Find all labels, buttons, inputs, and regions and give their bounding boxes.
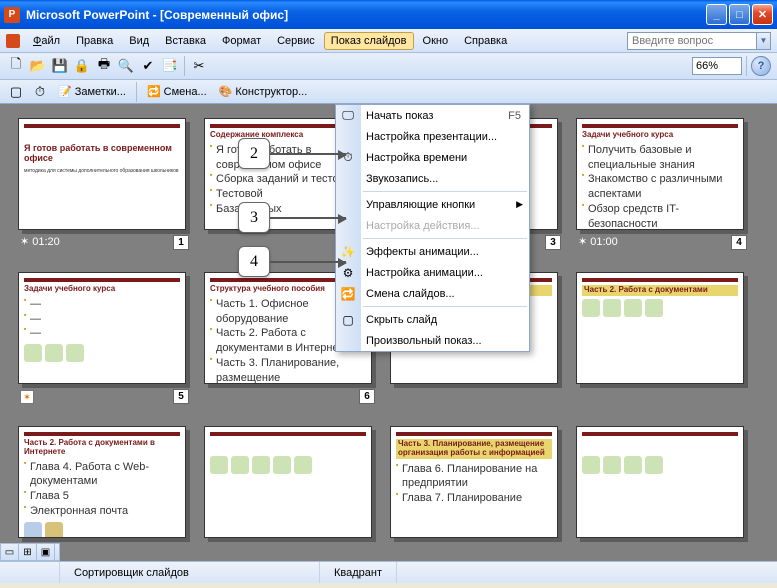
screen-icon: 🖵: [340, 108, 356, 124]
maximize-button[interactable]: □: [729, 4, 750, 25]
menu-rehearse[interactable]: ⏱Настройка времени: [336, 147, 529, 168]
ask-question-input[interactable]: [627, 32, 757, 50]
menu-start-show[interactable]: 🖵Начать показF5: [336, 105, 529, 126]
menu-insert[interactable]: Вставка: [158, 32, 213, 50]
menu-action-buttons[interactable]: Управляющие кнопки▶: [336, 194, 529, 215]
view-buttons: ▭ ⊞ ▣: [0, 543, 60, 561]
slide-sorter-workspace: Я готов работать в современном офисе мет…: [0, 104, 777, 561]
menu-help[interactable]: Справка: [457, 32, 514, 50]
slide-5[interactable]: Задачи учебного курса ——— ✶ 5: [18, 272, 186, 412]
animation-icon: ✶: [20, 390, 34, 404]
menu-slideshow[interactable]: Показ слайдов: [324, 32, 414, 50]
hide-slide-icon[interactable]: ▢: [6, 82, 26, 102]
zoom-select[interactable]: 66%: [692, 57, 742, 75]
callout-3: 3: [238, 202, 346, 233]
statusbar: Сортировщик слайдов Квадрант: [0, 561, 777, 583]
transition-icon: 🔁: [340, 286, 356, 302]
slide-1[interactable]: Я готов работать в современном офисе мет…: [18, 118, 186, 258]
cut-icon[interactable]: ✂: [189, 56, 209, 76]
print-icon[interactable]: 🖶: [94, 56, 114, 76]
transition-button[interactable]: 🔁 Смена...: [143, 83, 211, 100]
spell-icon[interactable]: ✔: [138, 56, 158, 76]
rehearse-icon[interactable]: ⏱: [30, 82, 50, 102]
menu-file[interactable]: ФФайлайл: [26, 32, 67, 50]
doc-icon: [6, 34, 20, 48]
save-icon[interactable]: 💾: [50, 56, 70, 76]
slide-9[interactable]: Часть 2. Работа с документами в Интернет…: [18, 426, 186, 561]
menu-tools[interactable]: Сервис: [270, 32, 322, 50]
open-icon[interactable]: 📂: [28, 56, 48, 76]
slideshow-view-button[interactable]: ▣: [37, 544, 55, 560]
slide-number: 1: [173, 235, 189, 250]
status-template: Квадрант: [320, 562, 397, 583]
menu-setup-show[interactable]: Настройка презентации...: [336, 126, 529, 147]
design-button[interactable]: 🎨 Конструктор...: [215, 83, 312, 100]
ask-dropdown[interactable]: ▼: [757, 32, 771, 50]
hide-icon: ▢: [340, 312, 356, 328]
slide-sorter-toolbar: ▢ ⏱ 📝 Заметки... 🔁 Смена... 🎨 Конструкто…: [0, 80, 777, 104]
submenu-arrow-icon: ▶: [516, 199, 523, 210]
new-icon[interactable]: 🗋: [6, 56, 26, 76]
menu-edit[interactable]: Правка: [69, 32, 120, 50]
slide-11[interactable]: Часть 3. Планирование, размещение органи…: [390, 426, 558, 561]
window-title: Microsoft PowerPoint - [Современный офис…: [26, 8, 704, 22]
menu-custom-show[interactable]: Произвольный показ...: [336, 330, 529, 351]
notes-button[interactable]: 📝 Заметки...: [54, 83, 130, 100]
titlebar: P Microsoft PowerPoint - [Современный оф…: [0, 0, 777, 29]
standard-toolbar: 🗋 📂 💾 🔒 🖶 🔍 ✔ 📑 ✂ 66% ?: [0, 53, 777, 80]
menubar: ФФайлайл Правка Вид Вставка Формат Серви…: [0, 29, 777, 53]
permission-icon[interactable]: 🔒: [72, 56, 92, 76]
close-button[interactable]: ✕: [752, 4, 773, 25]
menu-format[interactable]: Формат: [215, 32, 268, 50]
transition-icon: ✶: [20, 235, 29, 248]
menu-hide-slide[interactable]: ▢Скрыть слайд: [336, 309, 529, 330]
slide-4[interactable]: Задачи учебного курса Получить базовые и…: [576, 118, 744, 258]
sorter-view-button[interactable]: ⊞: [19, 544, 37, 560]
normal-view-button[interactable]: ▭: [1, 544, 19, 560]
menu-anim-effects[interactable]: ✨Эффекты анимации...: [336, 241, 529, 262]
transition-icon: ✶: [578, 235, 587, 248]
slide-8[interactable]: Часть 2. Работа с документами: [576, 272, 744, 412]
status-view: Сортировщик слайдов: [60, 562, 320, 583]
menu-slide-transition[interactable]: 🔁Смена слайдов...: [336, 283, 529, 304]
slide-10[interactable]: [204, 426, 372, 561]
app-icon: P: [4, 7, 20, 23]
menu-action-settings: Настройка действия...: [336, 215, 529, 236]
menu-record[interactable]: Звукозапись...: [336, 168, 529, 189]
help-icon[interactable]: ?: [751, 56, 771, 76]
callout-4: 4: [238, 246, 346, 277]
minimize-button[interactable]: _: [706, 4, 727, 25]
menu-view[interactable]: Вид: [122, 32, 156, 50]
slide-12[interactable]: [576, 426, 744, 561]
preview-icon[interactable]: 🔍: [116, 56, 136, 76]
slideshow-menu: 🖵Начать показF5 Настройка презентации...…: [335, 104, 530, 352]
callout-2: 2: [238, 138, 346, 169]
menu-window[interactable]: Окно: [416, 32, 456, 50]
research-icon[interactable]: 📑: [160, 56, 180, 76]
menu-anim-setup[interactable]: ⚙Настройка анимации...: [336, 262, 529, 283]
